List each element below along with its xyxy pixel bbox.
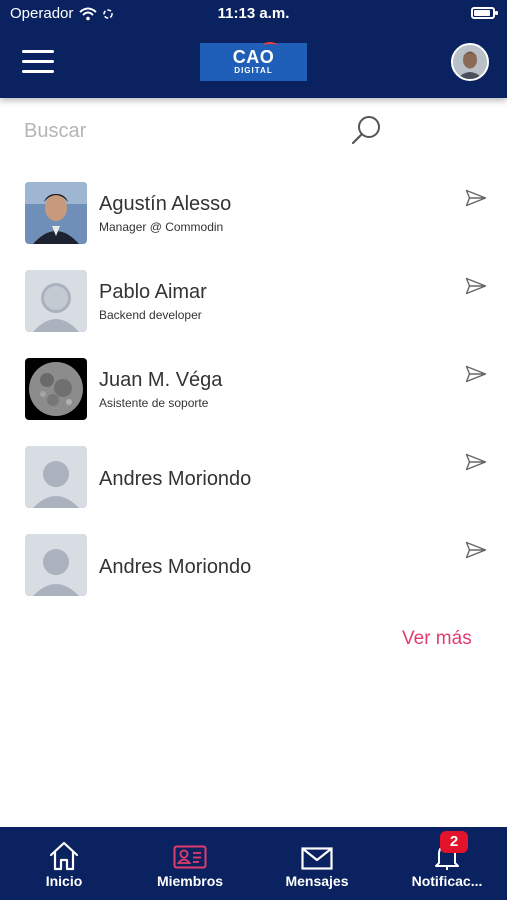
avatar-placeholder-icon (25, 534, 87, 596)
user-avatar[interactable] (451, 43, 489, 81)
member-name: Andres Moriondo (99, 468, 252, 490)
app-logo: CAO DIGITAL (200, 42, 307, 81)
member-role: Manager @ Commodin (99, 220, 224, 234)
logo-line1: CAO (232, 47, 275, 67)
member-name: Agustín Alesso (99, 193, 232, 215)
battery-level (474, 10, 491, 16)
member-avatar (25, 182, 87, 244)
battery-icon (471, 7, 498, 19)
menu-line (22, 50, 54, 53)
moon-photo-icon (25, 358, 87, 420)
logo-arc (263, 42, 278, 49)
search-bar (0, 100, 507, 162)
tab-inicio[interactable]: Inicio (26, 827, 102, 900)
tab-mensajes[interactable]: Mensajes (276, 827, 358, 900)
user-photo-icon (453, 45, 487, 79)
tab-label: Mensajes (285, 873, 349, 889)
search-icon[interactable] (348, 114, 384, 148)
member-row-agustin[interactable]: Agustín Alesso Manager @ Commodin (0, 170, 507, 258)
member-name: Pablo Aimar (99, 281, 207, 303)
member-avatar (25, 534, 87, 596)
bottom-tab-bar: Inicio Miembros Mensajes Notificac... 2 (0, 827, 507, 900)
member-avatar (25, 446, 87, 508)
member-row-juan[interactable]: Juan M. Véga Asistente de soporte (0, 346, 507, 434)
send-message-icon[interactable] (465, 277, 487, 295)
send-message-icon[interactable] (465, 541, 487, 559)
logo-subtext: DIGITAL (234, 66, 273, 75)
member-card-icon (173, 845, 207, 869)
status-bar: Operador 11:13 a.m. (0, 0, 507, 28)
member-row-andres-1[interactable]: Andres Moriondo (0, 434, 507, 522)
avatar-placeholder-icon (25, 270, 87, 332)
status-time: 11:13 a.m. (217, 5, 290, 22)
member-avatar (25, 270, 87, 332)
member-row-andres-2[interactable]: Andres Moriondo (0, 522, 507, 610)
member-name: Juan M. Véga (99, 369, 223, 391)
hamburger-menu-button[interactable] (22, 50, 54, 74)
send-message-icon[interactable] (465, 365, 487, 383)
tab-miembros[interactable]: Miembros (150, 827, 230, 900)
logo-text: CAO (232, 42, 278, 67)
app-header: Operador 11:13 a.m. CAO DIGITAL (0, 0, 507, 98)
send-message-icon[interactable] (465, 189, 487, 207)
member-role: Asistente de soporte (99, 396, 209, 410)
home-icon (49, 841, 79, 871)
search-input[interactable] (24, 114, 334, 148)
tab-label: Miembros (156, 873, 224, 889)
see-more-link[interactable]: Ver más (402, 628, 472, 650)
tab-label: Notificac... (411, 873, 483, 889)
member-row-pablo[interactable]: Pablo Aimar Backend developer (0, 258, 507, 346)
avatar-placeholder-icon (25, 446, 87, 508)
send-message-icon[interactable] (465, 453, 487, 471)
member-role: Backend developer (99, 308, 202, 322)
member-avatar (25, 358, 87, 420)
member-photo-icon (25, 182, 87, 244)
menu-line (22, 60, 54, 63)
member-name: Andres Moriondo (99, 556, 252, 578)
mail-icon (301, 847, 333, 870)
notification-badge: 2 (440, 831, 468, 853)
tab-label: Inicio (45, 873, 83, 889)
menu-line (22, 70, 54, 73)
